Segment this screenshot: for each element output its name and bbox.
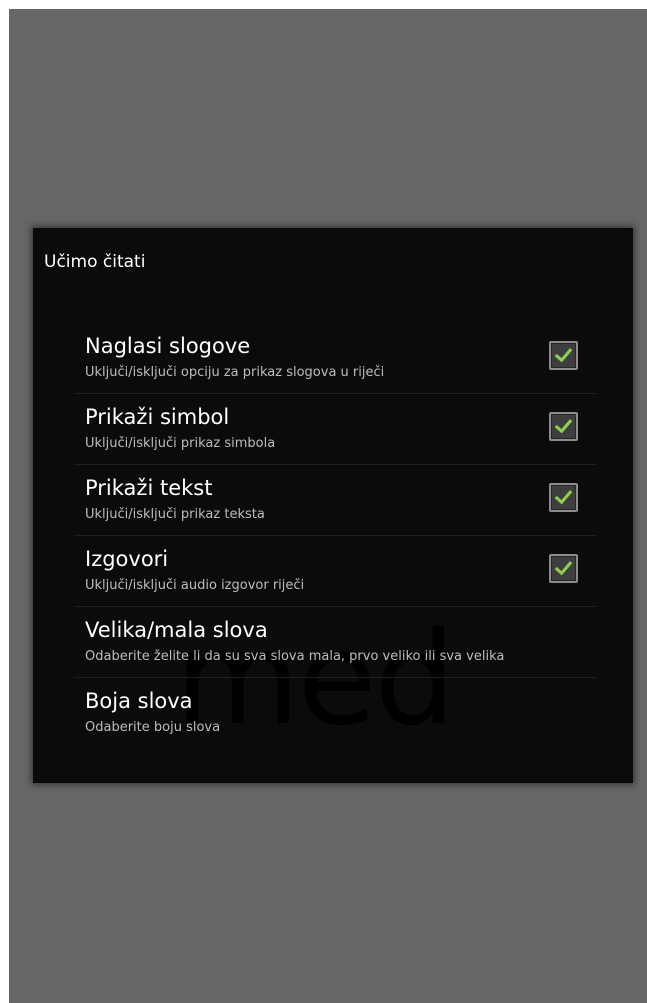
check-icon — [554, 348, 573, 363]
screen-background: med Učimo čitati Naglasi slogove Uključi… — [9, 9, 647, 1003]
checkbox-izgovori[interactable] — [549, 554, 578, 583]
dialog-title: Učimo čitati — [44, 252, 146, 272]
preference-summary: Uključi/isključi prikaz teksta — [85, 507, 265, 522]
check-icon — [554, 490, 573, 505]
check-icon — [554, 419, 573, 434]
preference-title: Izgovori — [85, 547, 169, 571]
preference-title: Prikaži simbol — [85, 405, 230, 429]
preference-title: Prikaži tekst — [85, 476, 213, 500]
preference-naglasi-slogove[interactable]: Naglasi slogove Uključi/isključi opciju … — [74, 323, 597, 394]
preference-title: Boja slova — [85, 689, 193, 713]
preference-summary: Uključi/isključi audio izgovor riječi — [85, 578, 305, 593]
settings-dialog: med Učimo čitati Naglasi slogove Uključi… — [33, 228, 633, 783]
preference-summary: Odaberite želite li da su sva slova mala… — [85, 649, 505, 664]
checkbox-naglasi-slogove[interactable] — [549, 341, 578, 370]
preference-list: Naglasi slogove Uključi/isključi opciju … — [74, 323, 597, 748]
check-icon — [554, 561, 573, 576]
preference-prikazi-tekst[interactable]: Prikaži tekst Uključi/isključi prikaz te… — [74, 465, 597, 536]
preference-prikazi-simbol[interactable]: Prikaži simbol Uključi/isključi prikaz s… — [74, 394, 597, 465]
checkbox-prikazi-tekst[interactable] — [549, 483, 578, 512]
preference-summary: Uključi/isključi opciju za prikaz slogov… — [85, 365, 385, 380]
checkbox-prikazi-simbol[interactable] — [549, 412, 578, 441]
preference-boja-slova[interactable]: Boja slova Odaberite boju slova — [74, 678, 597, 748]
preference-velika-mala-slova[interactable]: Velika/mala slova Odaberite želite li da… — [74, 607, 597, 678]
preference-title: Velika/mala slova — [85, 618, 268, 642]
preference-izgovori[interactable]: Izgovori Uključi/isključi audio izgovor … — [74, 536, 597, 607]
preference-title: Naglasi slogove — [85, 334, 251, 358]
preference-summary: Uključi/isključi prikaz simbola — [85, 436, 276, 451]
preference-summary: Odaberite boju slova — [85, 720, 221, 735]
